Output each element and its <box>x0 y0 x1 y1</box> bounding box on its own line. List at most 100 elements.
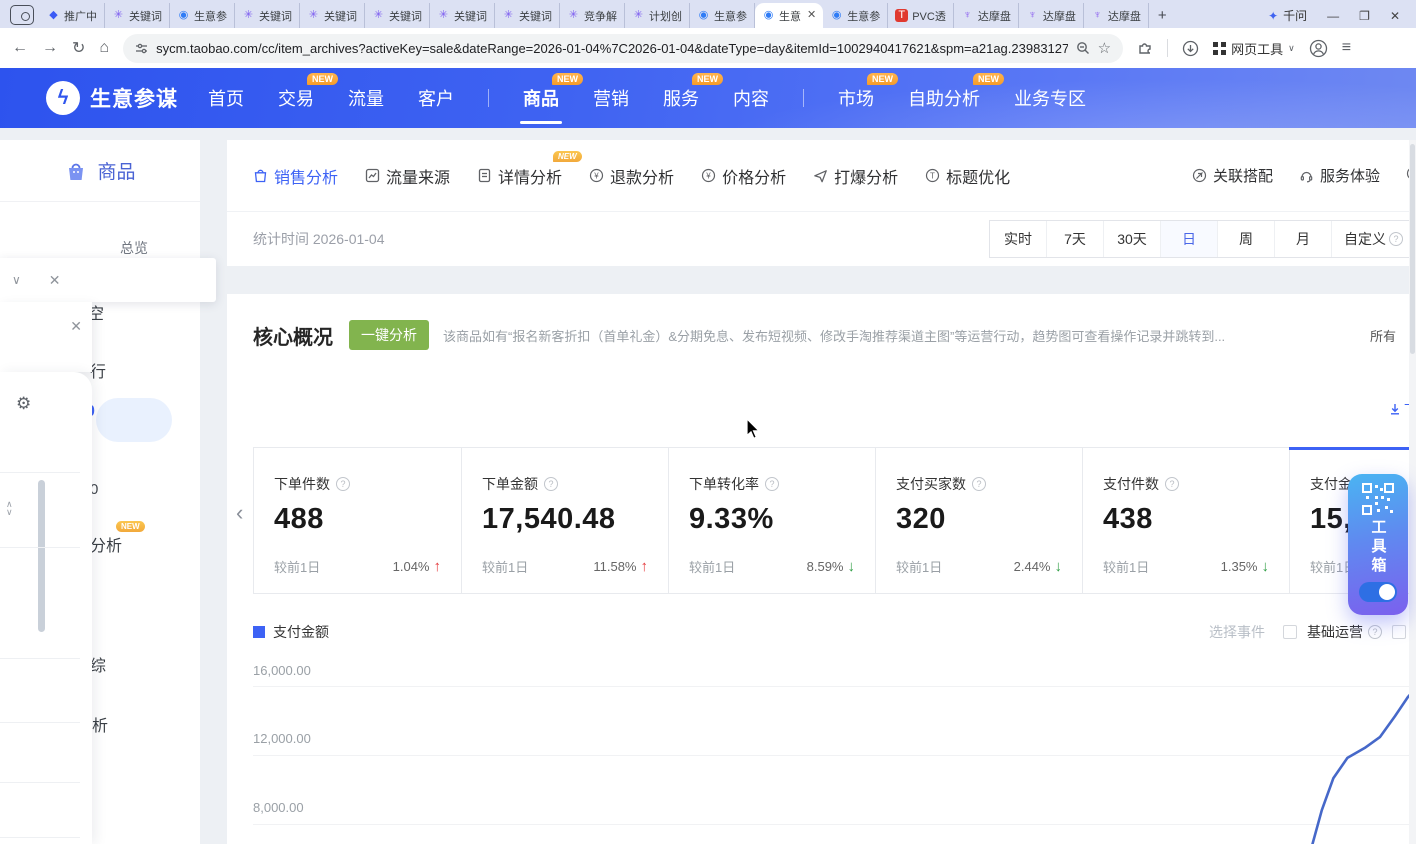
url-text[interactable]: sycm.taobao.com/cc/item_archives?activeK… <box>156 41 1068 56</box>
link-service-experience[interactable]: 服务体验 <box>1299 165 1380 186</box>
browser-tab[interactable]: ✳ 关键词 ✕ <box>235 3 300 28</box>
metric-card[interactable]: 下单转化率 ? 9.33% 较前1日 8.59% <box>668 448 875 593</box>
gear-icon[interactable]: ⚙ <box>16 394 31 414</box>
scroll-up-down-icons[interactable]: ∧∨ <box>6 500 13 516</box>
extensions-icon[interactable] <box>1137 40 1153 56</box>
toolbox-widget[interactable]: 工具箱 <box>1348 474 1408 615</box>
browser-tab[interactable]: ✳ 竞争解 ✕ <box>560 3 625 28</box>
sidebar-item[interactable]: 综 <box>90 652 106 676</box>
base-ops-checkbox[interactable] <box>1283 625 1297 639</box>
address-bar[interactable]: sycm.taobao.com/cc/item_archives?activeK… <box>123 34 1123 63</box>
date-range-button[interactable]: 月 <box>1275 221 1332 257</box>
cards-scroll-left-icon[interactable]: ‹ <box>236 500 243 526</box>
browser-tab[interactable]: ✳ 关键词 ✕ <box>495 3 560 28</box>
toolbox-toggle[interactable] <box>1359 582 1397 602</box>
window-close-button[interactable]: ✕ <box>1390 10 1400 22</box>
tab-price-analysis[interactable]: ¥ 价格分析 <box>701 164 786 188</box>
tab-hit-analysis[interactable]: 打爆分析 <box>813 164 898 188</box>
nav-item-home[interactable]: 首页 <box>208 85 244 111</box>
help-icon[interactable]: ? <box>972 477 986 491</box>
sidebar-item[interactable]: 析 <box>92 712 108 736</box>
browser-tab[interactable]: ◆ 推广中 ✕ <box>40 3 105 28</box>
browser-tab[interactable]: ♆ 达摩盘 ✕ <box>1084 3 1149 28</box>
tab-search-icon[interactable] <box>10 5 34 25</box>
sidebar-item[interactable]: 总览 <box>120 238 148 258</box>
panel-scrollbar[interactable] <box>38 480 45 632</box>
tab-close-icon[interactable]: ✕ <box>807 10 816 21</box>
tab-sales-analysis[interactable]: 销售分析 <box>253 164 338 188</box>
collapse-chevron-icon[interactable]: ∨ <box>12 273 21 287</box>
browser-tab[interactable]: ♆ 达摩盘 ✕ <box>954 3 1019 28</box>
close-icon[interactable]: ✕ <box>70 318 82 335</box>
page-scrollbar[interactable] <box>1409 140 1416 844</box>
one-click-analyze-button[interactable]: 一键分析 <box>349 320 429 350</box>
browser-tab[interactable]: ◉ 生意 ✕ <box>755 3 823 28</box>
date-range-button[interactable]: 7天 <box>1047 221 1104 257</box>
sidebar-item[interactable]: 行 <box>90 358 106 382</box>
nav-item-marketing[interactable]: 营销 <box>593 85 629 111</box>
help-icon[interactable]: ? <box>1368 625 1382 639</box>
browser-tab[interactable]: ◉ 生意参 ✕ <box>690 3 755 28</box>
nav-item-customer[interactable]: 客户 <box>418 85 454 111</box>
reload-icon[interactable]: ↻ <box>72 38 85 58</box>
help-icon[interactable]: ? <box>336 477 350 491</box>
browser-tab[interactable]: ✳ 关键词 ✕ <box>365 3 430 28</box>
download-icon[interactable] <box>1182 40 1199 57</box>
tab-traffic-source[interactable]: 流量来源 <box>365 164 450 188</box>
back-icon[interactable]: ← <box>12 39 28 57</box>
close-icon[interactable]: ✕ <box>49 272 61 289</box>
overview-all-link[interactable]: 所有 <box>1370 326 1396 345</box>
zoom-icon[interactable] <box>1076 41 1090 55</box>
trend-chart[interactable] <box>253 655 1416 844</box>
browser-tab[interactable]: ✳ 关键词 ✕ <box>105 3 170 28</box>
browser-tab[interactable]: ✳ 关键词 ✕ <box>300 3 365 28</box>
legend-label[interactable]: 支付金额 <box>273 622 329 642</box>
site-settings-icon[interactable] <box>135 42 148 55</box>
metric-card[interactable]: 下单件数 ? 488 较前1日 1.04% <box>254 448 461 593</box>
help-icon[interactable]: ? <box>1165 477 1179 491</box>
second-checkbox[interactable] <box>1392 625 1406 639</box>
help-icon[interactable]: ? <box>765 477 779 491</box>
browser-tab[interactable]: ◉ 生意参 ✕ <box>823 3 888 28</box>
browser-tab[interactable]: ✳ 关键词 ✕ <box>430 3 495 28</box>
date-range-button[interactable]: 实时 <box>990 221 1047 257</box>
nav-item-traffic[interactable]: 流量 <box>348 85 384 111</box>
date-range-button[interactable]: 周 <box>1218 221 1275 257</box>
browser-tab[interactable]: T PVC透 ✕ <box>888 3 954 28</box>
tab-refund-analysis[interactable]: ¥ 退款分析 <box>589 164 674 188</box>
nav-item-market[interactable]: 市场NEW <box>838 85 874 111</box>
home-icon[interactable]: ⌂ <box>99 39 109 57</box>
sidebar-item[interactable]: 分析 NEW <box>90 532 122 556</box>
new-tab-button[interactable]: + <box>1149 7 1176 28</box>
nav-item-content[interactable]: 内容 <box>733 85 769 111</box>
nav-item-service[interactable]: 服务NEW <box>663 85 699 111</box>
app-brand[interactable]: 生意参谋 <box>90 83 178 113</box>
bookmark-star-icon[interactable]: ☆ <box>1098 39 1111 57</box>
date-range-button[interactable]: 自定义 ? <box>1332 221 1416 257</box>
nav-item-self-analysis[interactable]: 自助分析NEW <box>908 85 980 111</box>
metric-card[interactable]: 支付件数 ? 438 较前1日 1.35% <box>1082 448 1289 593</box>
sycm-logo[interactable]: ϟ <box>46 81 80 115</box>
browser-tab[interactable]: ✳ 计划创 ✕ <box>625 3 690 28</box>
nav-item-product[interactable]: 商品NEW <box>523 85 559 111</box>
window-minimize-button[interactable]: — <box>1327 10 1339 22</box>
nav-item-business-zone[interactable]: 业务专区 <box>1014 85 1086 111</box>
link-related-match[interactable]: 关联搭配 <box>1192 165 1273 186</box>
qianwen-button[interactable]: ✦ 千问 <box>1268 7 1307 24</box>
date-range-button[interactable]: 日 <box>1161 221 1218 257</box>
help-icon[interactable]: ? <box>544 477 558 491</box>
date-range-button[interactable]: 30天 <box>1104 221 1161 257</box>
window-maximize-button[interactable]: ❐ <box>1359 10 1370 22</box>
browser-tab[interactable]: ♆ 达摩盘 ✕ <box>1019 3 1084 28</box>
forward-icon[interactable]: → <box>42 39 58 57</box>
metric-card[interactable]: 下单金额 ? 17,540.48 较前1日 11.58% <box>461 448 668 593</box>
scrollbar-thumb[interactable] <box>1410 144 1415 354</box>
tab-title-optimize[interactable]: T 标题优化 <box>925 164 1010 188</box>
tab-detail-analysis[interactable]: 详情分析 NEW <box>477 164 562 188</box>
webtools-button[interactable]: 网页工具 ∨ <box>1213 39 1295 58</box>
metric-card[interactable]: 支付买家数 ? 320 较前1日 2.44% <box>875 448 1082 593</box>
menu-icon[interactable]: ≡ <box>1342 39 1351 57</box>
profile-avatar[interactable] <box>1309 39 1328 58</box>
nav-item-trade[interactable]: 交易NEW <box>278 85 314 111</box>
browser-tab[interactable]: ◉ 生意参 ✕ <box>170 3 235 28</box>
